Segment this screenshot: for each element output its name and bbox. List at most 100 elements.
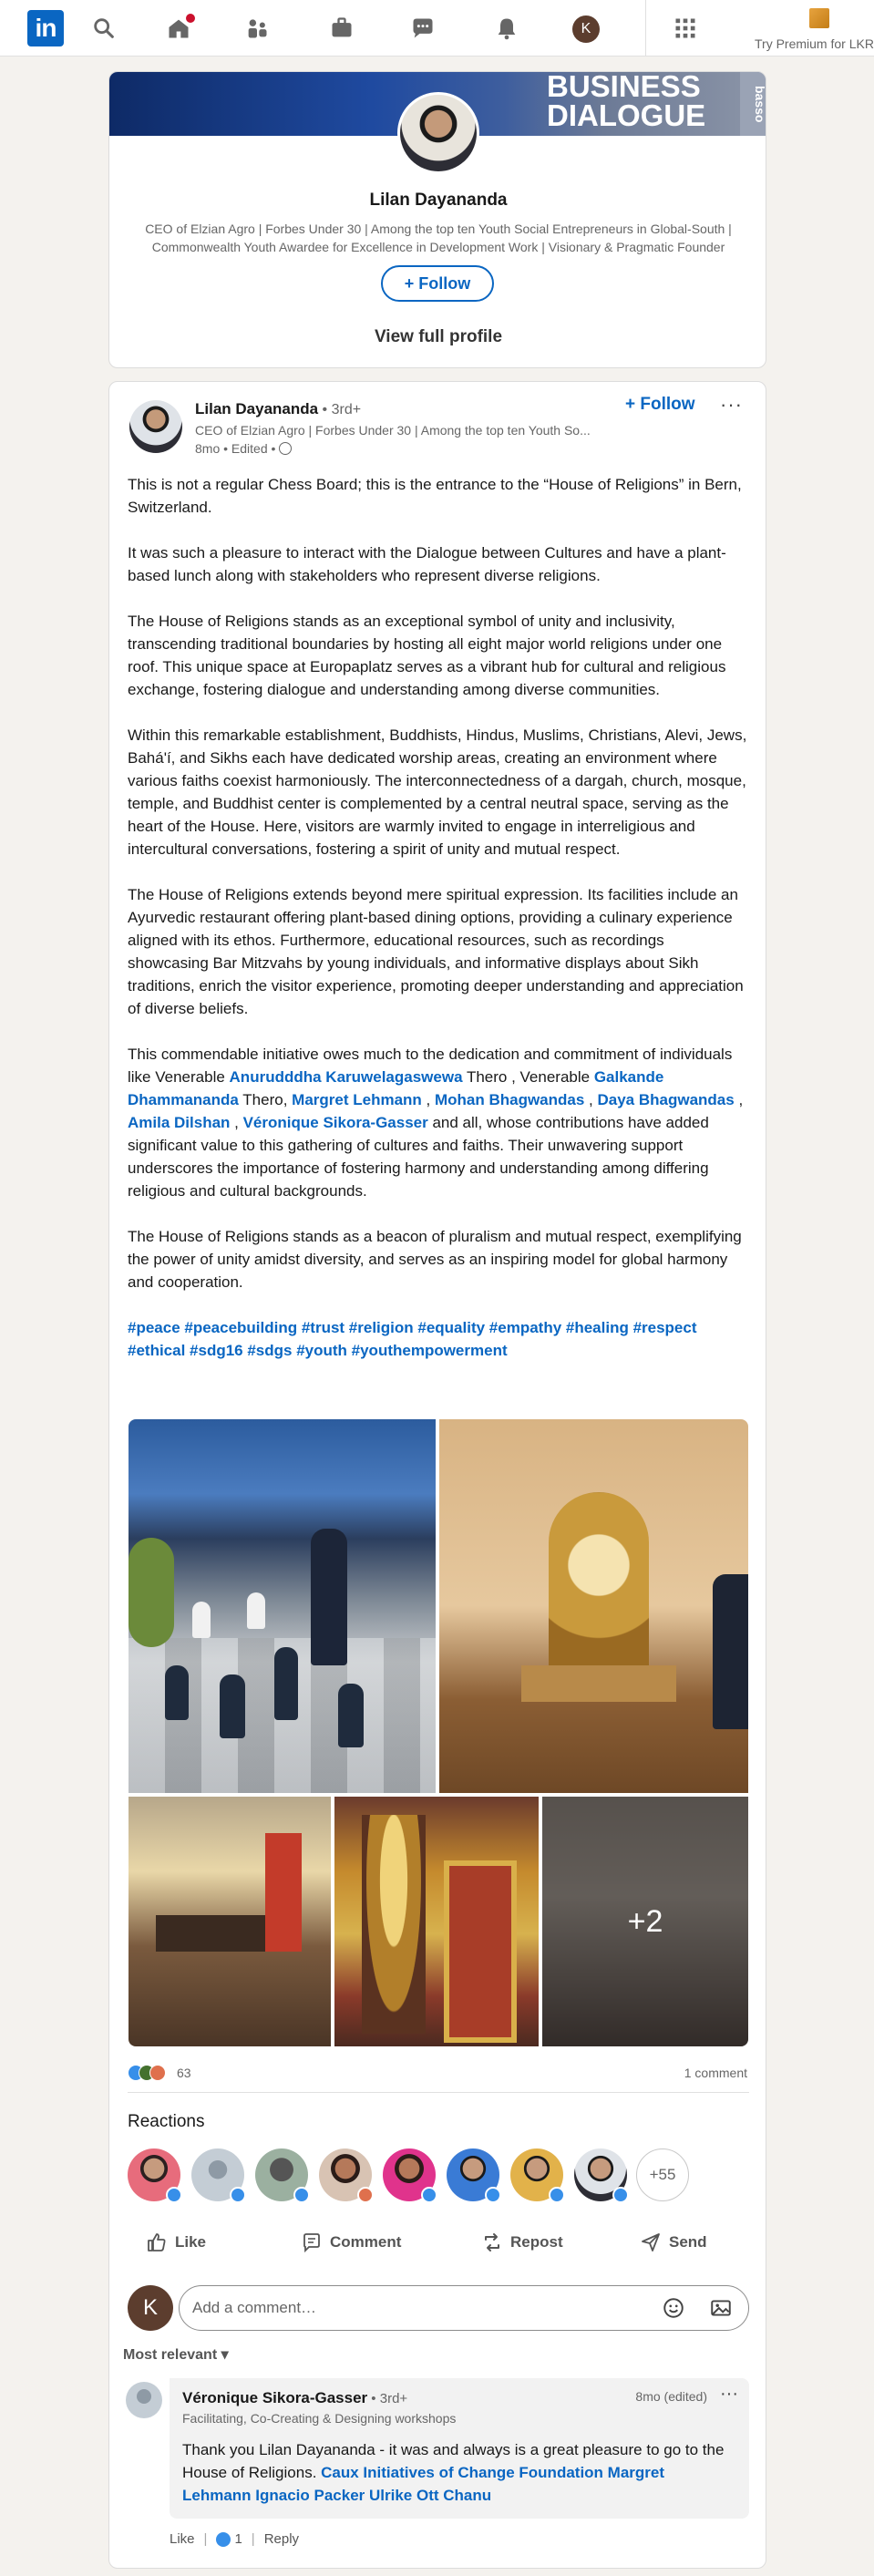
reactor-avatar[interactable] [128,2148,182,2203]
author-avatar[interactable] [129,400,182,453]
view-full-profile-link[interactable]: View full profile [109,327,766,347]
premium-icon[interactable] [809,8,829,28]
post-more-menu[interactable]: ··· [720,393,743,417]
comment-count[interactable]: 1 comment [684,2066,747,2080]
mention-link[interactable]: Amila Dilshan [128,1114,230,1131]
notifications-icon[interactable] [494,15,519,41]
reactor-avatar[interactable] [191,2148,246,2203]
linkedin-logo[interactable]: in [27,10,64,46]
chess-piece [338,1684,364,1747]
comment-text: Thank you Lilan Dayananda - it was and a… [182,2438,729,2507]
post-text: This is not a regular Chess Board; this … [128,473,749,1385]
more-reactors-button[interactable]: +55 [636,2148,689,2201]
try-premium-link[interactable]: Try Premium for LKR0 [755,36,874,51]
post-card: Lilan Dayananda • 3rd+ CEO of Elzian Agr… [108,381,766,2569]
person-figure [713,1574,748,1729]
profile-photo[interactable] [397,92,479,174]
post-follow-button[interactable]: + Follow [625,395,695,415]
comment-label: Comment [330,2233,402,2251]
messaging-icon[interactable] [410,15,436,41]
send-label: Send [669,2233,707,2251]
reactor-avatar[interactable] [447,2148,501,2203]
reaction-count[interactable]: 63 [177,2066,191,2080]
me-avatar[interactable]: K [572,15,600,43]
repost-button[interactable]: Repost [481,2229,563,2256]
reactor-avatar[interactable] [319,2148,374,2203]
like-badge-icon [485,2187,501,2203]
comment-more-menu[interactable]: ··· [720,2384,738,2405]
buddha-statue [549,1492,649,1674]
post-image-buddha-shrine[interactable] [439,1419,748,1793]
comment-like-count: 1 [216,2531,242,2547]
emoji-icon[interactable] [662,2296,685,2320]
mention-link[interactable]: Daya Bhagwandas [598,1091,735,1108]
chess-piece [165,1665,189,1720]
reactor-avatar[interactable] [574,2148,629,2203]
text-span: , [734,1091,744,1108]
home-icon[interactable] [166,12,197,41]
search-icon[interactable] [91,15,117,41]
reactor-avatar[interactable] [510,2148,565,2203]
like-badge-icon [293,2187,310,2203]
more-images-overlay[interactable]: +2 [542,1797,748,2046]
commenter-name-text[interactable]: Véronique Sikora-Gasser [182,2389,367,2406]
text-span: , [230,1114,243,1131]
chess-piece [274,1647,298,1720]
mention-link[interactable]: Anurudddha Karuwelagaswewa [230,1068,463,1086]
comment-like-button[interactable]: Like [170,2531,195,2547]
comment-time: 8mo (edited) [635,2389,707,2404]
comment-button[interactable]: Comment [301,2229,401,2256]
author-name-text[interactable]: Lilan Dayananda [195,400,318,417]
comment-reply-button[interactable]: Reply [264,2531,299,2547]
post-meta: 8mo • Edited • [195,441,293,456]
comment-sort-dropdown[interactable]: Most relevant ▾ [123,2345,229,2364]
separator: | [203,2531,208,2547]
text-span: , [584,1091,598,1108]
my-avatar: K [128,2285,173,2331]
my-network-icon[interactable] [244,15,270,41]
altar [521,1665,676,1702]
like-badge-icon [421,2187,437,2203]
jobs-icon[interactable] [329,15,355,41]
post-image-temple[interactable] [334,1797,539,2046]
reactions-title: Reactions [128,2112,205,2131]
banner-side-text: basso [740,72,766,136]
commenter-name[interactable]: Véronique Sikora-Gasser • 3rd+ [182,2389,407,2407]
reactor-avatar[interactable] [255,2148,310,2203]
like-reaction-icon [216,2531,231,2547]
post-image-meeting-room[interactable] [129,1797,331,2046]
image-icon[interactable] [709,2296,733,2320]
separator: | [251,2531,255,2547]
author-name[interactable]: Lilan Dayananda • 3rd+ [195,400,361,418]
like-label: Like [175,2233,207,2251]
mention-link[interactable]: Margret Lehmann [292,1091,422,1108]
reaction-icons[interactable] [128,2065,179,2083]
grid-icon[interactable] [673,15,698,41]
post-image-more[interactable]: +2 [542,1797,748,2046]
profile-name[interactable]: Lilan Dayananda [109,191,766,211]
post-paragraph: The House of Religions stands as an exce… [128,613,726,698]
mention-link[interactable]: Mohan Bhagwandas [435,1091,584,1108]
send-button[interactable]: Send [640,2229,707,2256]
post-image-chess-board[interactable] [129,1419,436,1793]
divider [128,2092,749,2093]
chess-piece [247,1592,265,1629]
reactor-avatar[interactable] [383,2148,437,2203]
post-hashtags[interactable]: #peace #peacebuilding #trust #religion #… [128,1316,749,1362]
top-navigation: in K Try Premium for LKR0 [0,0,874,57]
post-paragraph: Within this remarkable establishment, Bu… [128,726,747,858]
like-icon [148,2233,166,2251]
person-figure [311,1529,347,1665]
commenter-degree: • 3rd+ [367,2391,408,2406]
profile-follow-button[interactable]: + Follow [381,265,494,302]
mention-link[interactable]: Véronique Sikora-Gasser [243,1114,428,1131]
comment-bubble: Véronique Sikora-Gasser • 3rd+ Facilitat… [170,2378,749,2519]
repost-icon [485,2233,499,2251]
commenter-headline: Facilitating, Co-Creating & Designing wo… [182,2411,457,2426]
commenter-avatar[interactable] [126,2382,162,2418]
like-button[interactable]: Like [146,2229,206,2256]
profile-headline: CEO of Elzian Agro | Forbes Under 30 | A… [145,222,732,254]
globe-icon [279,442,293,455]
author-degree: • 3rd+ [318,402,362,417]
author-headline: CEO of Elzian Agro | Forbes Under 30 | A… [195,423,591,438]
